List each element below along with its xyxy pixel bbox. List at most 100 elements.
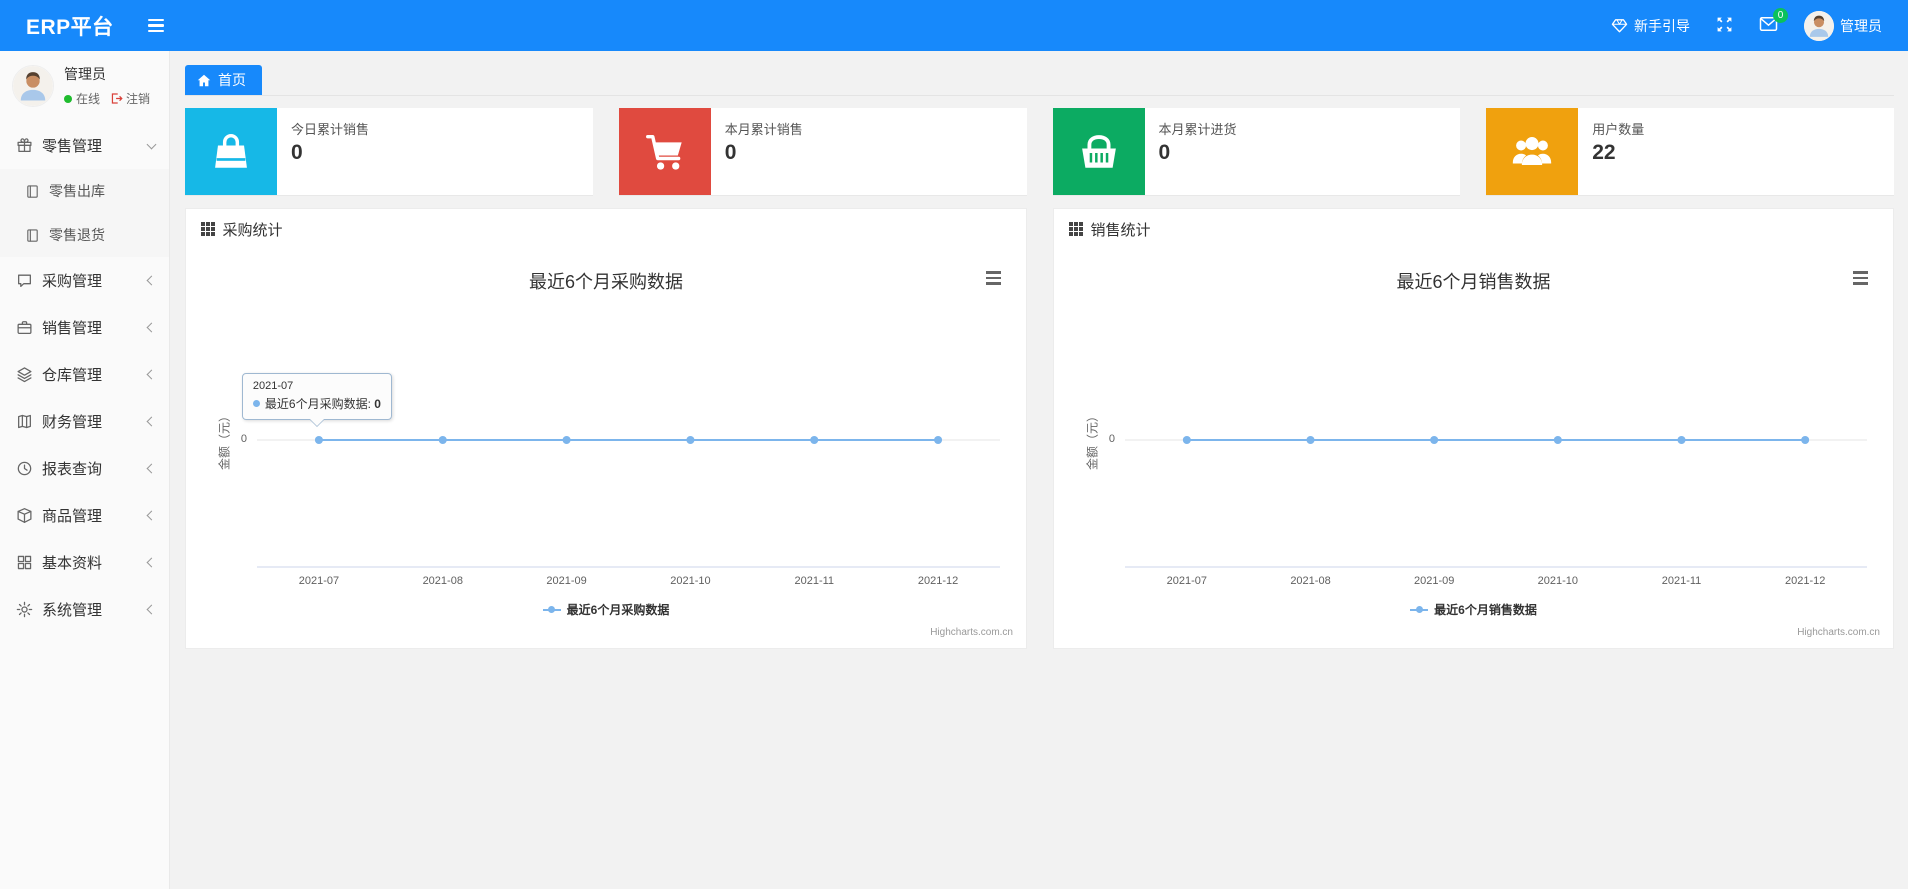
table-grid-icon [201, 222, 215, 236]
data-point[interactable] [1677, 436, 1686, 444]
sidebar-avatar [12, 64, 54, 107]
sidebar-item-reports[interactable]: 报表查询 [0, 445, 169, 492]
chevron-left-icon [146, 322, 157, 333]
sales-chart: 最近6个月销售数据 0 金额（元） 2021-07 2021-08 2021-09 2021… [1054, 249, 1893, 648]
x-axis-label: 2021-09 [1413, 575, 1455, 587]
y-axis-title: 金额（元） [217, 409, 232, 471]
stat-card-user-count[interactable]: 用户数量 22 [1486, 108, 1894, 196]
x-axis-label: 2021-11 [794, 575, 835, 587]
data-point[interactable] [314, 436, 323, 444]
home-icon [197, 74, 211, 86]
main-content: 首页 今日累计销售 0 本月累计销售 0 本月累计进货 0 用户数量 22 采购… [170, 51, 1908, 889]
x-axis-label: 2021-07 [298, 575, 340, 587]
panel-title: 销售统计 [1090, 221, 1151, 239]
data-point[interactable] [438, 436, 447, 444]
sidebar-item-label: 销售管理 [42, 320, 103, 337]
message-count-badge: 0 [1773, 8, 1788, 23]
sidebar-menu: 零售管理 零售出库 零售退货 采购管理 销售管理 仓库管理 财务管理 报表查询 … [0, 122, 169, 633]
chevron-left-icon [146, 604, 157, 615]
tooltip-series-dot [252, 400, 260, 407]
shopping-cart-icon [618, 108, 711, 195]
x-axis-label: 2021-10 [670, 575, 711, 587]
user-menu[interactable]: 管理员 [1804, 10, 1882, 41]
sidebar-item-retail[interactable]: 零售管理 [0, 122, 169, 169]
sidebar-item-basedata[interactable]: 基本资料 [0, 539, 169, 586]
sidebar-item-label: 财务管理 [42, 414, 103, 431]
chart-legend[interactable]: 最近6个月销售数据 [1054, 601, 1893, 618]
sidebar-item-finance[interactable]: 财务管理 [0, 398, 169, 445]
logout-link[interactable]: 注销 [110, 90, 150, 107]
chevron-left-icon [146, 369, 157, 380]
chart-credits[interactable]: Highcharts.com.cn [930, 627, 1013, 638]
sidebar-item-label: 零售出库 [49, 183, 105, 199]
y-axis-title: 金额（元） [1085, 409, 1100, 471]
data-point[interactable] [934, 436, 943, 444]
fullscreen-button[interactable] [1716, 16, 1733, 36]
data-point[interactable] [1553, 436, 1562, 444]
sidebar-item-retail-outbound[interactable]: 零售出库 [0, 169, 169, 213]
shopping-basket-icon [1052, 108, 1145, 195]
chevron-left-icon [146, 416, 157, 427]
x-axis-label: 2021-08 [422, 575, 463, 587]
data-point[interactable] [1430, 436, 1439, 444]
data-point[interactable] [1182, 436, 1191, 444]
sidebar-item-label: 商品管理 [42, 508, 103, 525]
data-point[interactable] [686, 436, 695, 444]
chart-canvas [257, 436, 1000, 568]
stat-card-today-sales[interactable]: 今日累计销售 0 [185, 108, 593, 196]
guide-button[interactable]: 新手引导 [1611, 16, 1690, 36]
chart-export-menu-icon[interactable] [1853, 271, 1868, 285]
data-point[interactable] [810, 436, 819, 444]
stat-label: 本月累计销售 [724, 122, 803, 137]
sidebar-item-label: 零售退货 [49, 227, 105, 243]
stat-cards-row: 今日累计销售 0 本月累计销售 0 本月累计进货 0 用户数量 22 [185, 108, 1894, 196]
messages-button[interactable]: 0 [1759, 8, 1788, 35]
chart-legend[interactable]: 最近6个月采购数据 [186, 601, 1026, 618]
sidebar-item-label: 报表查询 [42, 461, 103, 478]
legend-label: 最近6个月采购数据 [566, 603, 670, 617]
x-axis-label: 2021-09 [546, 575, 587, 587]
data-point[interactable] [1801, 436, 1810, 444]
diamond-icon [1611, 19, 1628, 33]
sidebar-item-system[interactable]: 系统管理 [0, 586, 169, 633]
data-point[interactable] [1306, 436, 1315, 444]
chevron-left-icon [146, 275, 157, 286]
guide-label: 新手引导 [1634, 17, 1690, 34]
users-icon [1486, 108, 1579, 195]
legend-marker [542, 605, 561, 614]
comment-icon [16, 272, 33, 289]
briefcase-icon [16, 319, 33, 336]
x-axis-label: 2021-08 [1290, 575, 1331, 587]
chevron-left-icon [146, 463, 157, 474]
top-navbar: ERP平台 新手引导 0 管理员 [0, 0, 1908, 51]
stat-card-month-sales[interactable]: 本月累计销售 0 [618, 108, 1027, 196]
sidebar-item-label: 仓库管理 [42, 367, 103, 384]
chart-tooltip: 2021-07 最近6个月采购数据: 0 [241, 373, 392, 427]
chart-credits[interactable]: Highcharts.com.cn [1797, 627, 1880, 638]
x-axis-label: 2021-07 [1166, 575, 1208, 587]
chevron-left-icon [146, 557, 157, 568]
sidebar-item-warehouse[interactable]: 仓库管理 [0, 351, 169, 398]
retail-submenu: 零售出库 零售退货 [0, 169, 169, 257]
sidebar-item-retail-return[interactable]: 零售退货 [0, 213, 169, 257]
ledger-icon [16, 413, 33, 430]
book-icon [25, 228, 40, 243]
x-axis-label: 2021-12 [1784, 575, 1826, 587]
data-point[interactable] [562, 436, 571, 444]
tab-home[interactable]: 首页 [185, 65, 262, 95]
sidebar-item-sales[interactable]: 销售管理 [0, 304, 169, 351]
sidebar-item-purchase[interactable]: 采购管理 [0, 257, 169, 304]
tooltip-text: 最近6个月采购数据: 0 [264, 397, 381, 411]
logout-label: 注销 [126, 92, 151, 106]
stat-card-month-purchase[interactable]: 本月累计进货 0 [1052, 108, 1461, 196]
clock-icon [16, 460, 33, 477]
sidebar-item-goods[interactable]: 商品管理 [0, 492, 169, 539]
chart-export-menu-icon[interactable] [986, 271, 1001, 285]
x-axis-label: 2021-11 [1661, 575, 1702, 587]
sidebar-user-name: 管理员 [64, 66, 106, 82]
sidebar-toggle-icon[interactable] [147, 18, 164, 33]
stat-value: 0 [724, 141, 737, 164]
sidebar-item-label: 系统管理 [42, 602, 103, 619]
chart-canvas [1125, 436, 1867, 568]
legend-label: 最近6个月销售数据 [1434, 603, 1537, 617]
